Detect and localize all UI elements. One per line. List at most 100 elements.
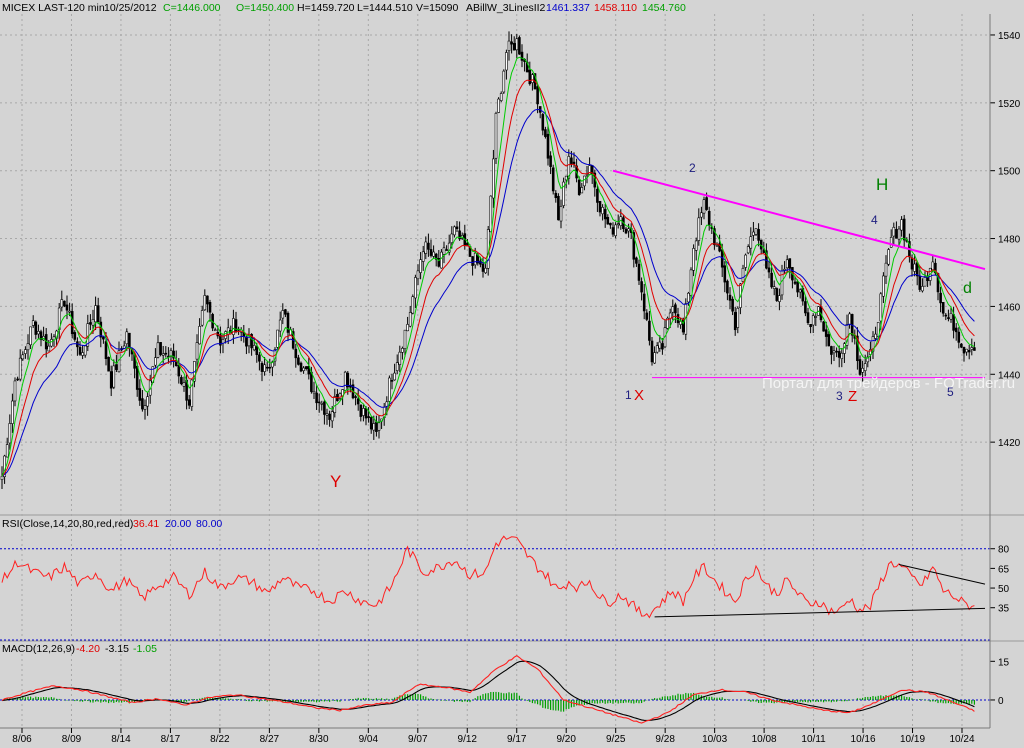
candle-body	[359, 404, 363, 417]
candle-body	[541, 114, 545, 131]
x-axis-tick-label: 8/09	[62, 734, 82, 745]
x-axis-tick-label: 9/28	[655, 734, 675, 745]
candle-body	[369, 417, 373, 430]
x-axis-tick-label: 8/30	[309, 734, 329, 745]
candle-body	[874, 333, 877, 339]
candle-body	[970, 347, 974, 350]
candle-body	[814, 316, 818, 318]
candle-body	[694, 240, 698, 251]
candle-body	[798, 289, 802, 293]
candle-body	[182, 382, 186, 387]
candle-body	[687, 292, 690, 303]
label-d: d	[963, 280, 972, 297]
candle-body	[931, 261, 935, 270]
candle-body	[362, 408, 365, 416]
x-axis-tick-label: 8/27	[260, 734, 280, 745]
candle-body	[0, 475, 4, 480]
macd-value-1: -4.20	[76, 643, 100, 655]
candle-body	[923, 277, 927, 287]
candle-body	[520, 51, 524, 61]
x-axis-tick-label: 10/11	[801, 734, 826, 745]
candle-body	[34, 321, 38, 335]
candle-body	[570, 157, 573, 164]
candle-body	[505, 52, 508, 71]
candle-body	[245, 337, 248, 347]
candle-body	[892, 226, 896, 237]
candle-body	[372, 423, 376, 431]
candle-body	[655, 345, 659, 353]
candle-body	[746, 246, 750, 254]
candle-body	[499, 93, 503, 101]
candle-body	[94, 305, 97, 323]
header-open: O=1450.400	[236, 2, 294, 14]
candle-body	[226, 327, 230, 335]
candle-body	[827, 334, 831, 347]
candle-body	[450, 233, 454, 243]
x-axis-tick-label: 8/06	[12, 734, 32, 745]
candle-body	[18, 357, 22, 380]
x-axis-tick-label: 8/14	[111, 734, 131, 745]
candle-body	[973, 347, 976, 351]
trading-chart: 1420144014601480150015201540355065800158…	[0, 0, 1024, 748]
candle-body	[705, 197, 708, 210]
candle-body	[954, 327, 958, 333]
candle-body	[689, 269, 693, 296]
candle-body	[276, 329, 279, 348]
candle-body	[752, 231, 755, 236]
candle-body	[208, 301, 212, 313]
candle-body	[427, 242, 430, 250]
candle-body	[596, 188, 599, 203]
candle-body	[328, 413, 331, 420]
candle-body	[557, 195, 560, 221]
candle-body	[952, 314, 955, 331]
candle-body	[918, 275, 922, 290]
candle-body	[37, 331, 40, 335]
macd-y-axis-tick-label: 0	[998, 696, 1004, 707]
candle-body	[60, 299, 64, 308]
candle-body	[481, 263, 485, 272]
candle-body	[432, 251, 435, 257]
candle-body	[143, 405, 147, 410]
candle-body	[611, 227, 615, 235]
candle-body	[312, 391, 316, 394]
candle-body	[263, 364, 266, 372]
candle-body	[471, 256, 474, 266]
candle-body	[949, 313, 953, 320]
candle-body	[811, 315, 815, 326]
candle-body	[583, 175, 586, 187]
candle-body	[408, 312, 412, 327]
candle-body	[330, 411, 334, 422]
candle-body	[554, 192, 558, 199]
x-axis-tick-label: 9/04	[359, 734, 379, 745]
candle-body	[767, 267, 771, 273]
candle-body	[598, 200, 602, 213]
candle-body	[125, 331, 129, 345]
candle-body	[653, 352, 656, 364]
candle-body	[895, 229, 898, 239]
header-ind-green: 1454.760	[642, 2, 686, 14]
candle-body	[65, 304, 69, 311]
candle-body	[411, 296, 415, 314]
candle-body	[304, 366, 308, 369]
label-2: 2	[689, 161, 696, 175]
x-axis-tick-label: 10/24	[949, 734, 974, 745]
candle-body	[544, 129, 547, 137]
candle-body	[494, 113, 498, 159]
candle-body	[278, 319, 282, 332]
candle-body	[824, 329, 828, 337]
candle-body	[398, 351, 402, 365]
candle-body	[265, 366, 269, 369]
candle-body	[377, 422, 381, 431]
candle-body	[536, 86, 539, 105]
y-axis-tick-label: 1480	[998, 235, 1021, 246]
candle-body	[806, 312, 810, 323]
macd-title: MACD(12,26,9)	[2, 643, 75, 655]
candle-body	[68, 310, 71, 313]
candle-body	[731, 298, 734, 312]
candle-body	[796, 281, 799, 293]
candle-body	[754, 228, 758, 235]
candle-body	[70, 311, 74, 335]
candle-body	[8, 423, 12, 444]
label-1: 1	[625, 388, 632, 402]
label-5: 5	[947, 385, 954, 399]
